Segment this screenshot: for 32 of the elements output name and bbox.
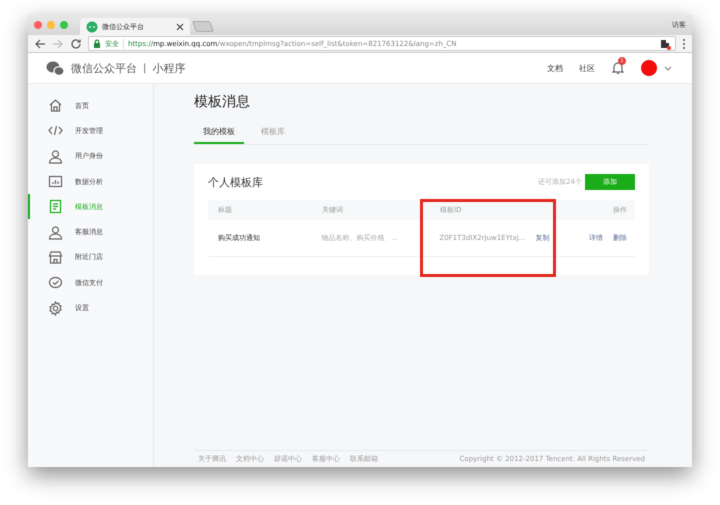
caret-icon (664, 66, 672, 70)
card-title: 个人模板库 (208, 174, 263, 190)
settings-icon (48, 300, 63, 316)
header-link[interactable]: 文档 (547, 62, 563, 74)
bell-icon (611, 61, 625, 75)
window-control-dot[interactable] (34, 21, 42, 29)
close-icon (176, 22, 184, 30)
bar-chart-icon (48, 174, 63, 190)
separator: | (143, 62, 146, 74)
chat-bubbles-icon (46, 60, 65, 76)
person-icon (48, 148, 63, 164)
lock-icon (93, 38, 101, 48)
chat-bubbles-icon (86, 20, 98, 32)
forward-arrow-icon (52, 38, 64, 50)
document-icon (48, 199, 63, 214)
tab[interactable]: 我的模板 (194, 123, 244, 144)
reload-icon (70, 38, 82, 50)
window-control-dot[interactable] (47, 21, 55, 29)
page-title: 模板消息 (194, 93, 251, 112)
check-circle-icon (48, 275, 63, 290)
header-link[interactable]: 社区 (579, 62, 595, 74)
avatar[interactable] (641, 60, 657, 76)
window-control-dot[interactable] (60, 21, 68, 29)
storefront-icon (48, 250, 63, 265)
back-arrow-icon (34, 38, 46, 50)
person-icon (48, 224, 63, 240)
new-tab-button[interactable] (192, 21, 214, 32)
brand-name[interactable]: 微信公众平台 (71, 60, 137, 76)
product-name: 小程序 (152, 60, 186, 76)
house-icon (48, 98, 63, 114)
extension-icon (659, 38, 671, 50)
more-options-icon (682, 38, 686, 50)
